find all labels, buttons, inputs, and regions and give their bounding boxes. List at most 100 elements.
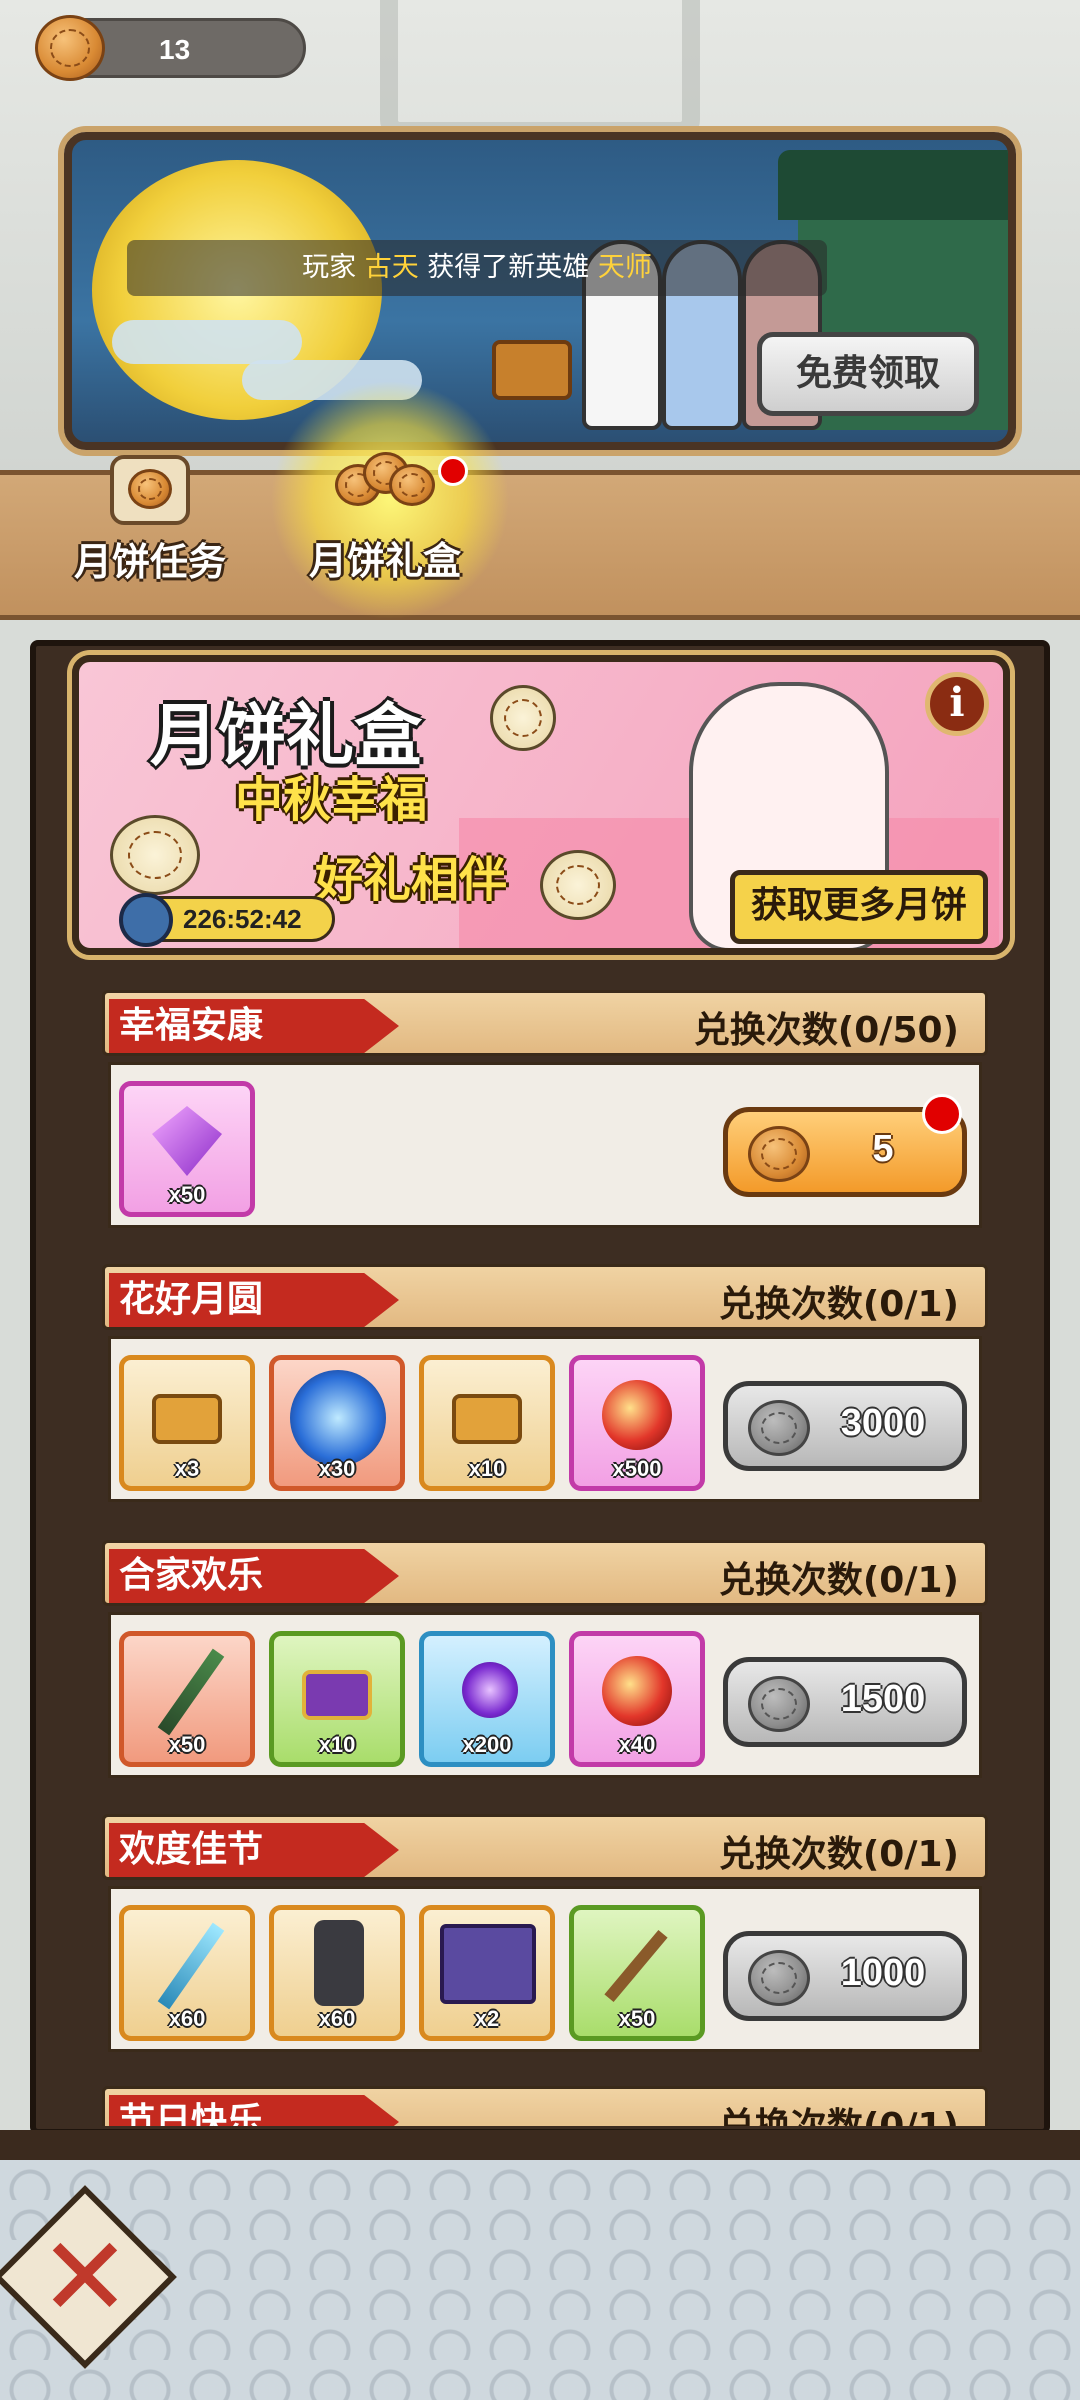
mooncake-currency-bar: 13 [35, 15, 306, 81]
ticker-prefix: 玩家 [302, 252, 357, 283]
section-header: 合家欢乐 兑换次数(0/1) [102, 1540, 988, 1606]
exchange-count: 兑换次数(0/50) [693, 1010, 959, 1051]
reward-item[interactable]: x40 [569, 1631, 705, 1767]
section-title: 合家欢乐 [109, 1549, 399, 1603]
exchange-price: 1500 [840, 1678, 926, 1720]
purple-gem-icon [152, 1106, 222, 1176]
mooncake-decoration [540, 850, 616, 920]
tab-label: 月饼礼盒 [308, 539, 461, 583]
reward-item[interactable]: x50 [119, 1631, 255, 1767]
reward-quantity: x50 [168, 1182, 206, 1207]
section-title: 节日快乐 [109, 2095, 399, 2126]
reward-item[interactable]: x50 [119, 1081, 255, 1217]
exchange-count: 兑换次数(0/1) [718, 1560, 959, 1601]
cloud-decoration [112, 320, 302, 364]
purple-swirl-icon [462, 1662, 518, 1718]
exchange-count: 兑换次数(0/1) [718, 1284, 959, 1325]
red-pearl-icon [602, 1656, 672, 1726]
reward-item[interactable]: x3 [119, 1355, 255, 1491]
reward-item[interactable]: x2 [419, 1905, 555, 2041]
mooncake-scroll-icon [110, 455, 190, 525]
reward-quantity: x500 [612, 1456, 662, 1481]
notification-dot [438, 456, 468, 486]
section-header: 花好月圆 兑换次数(0/1) [102, 1264, 988, 1330]
reward-item[interactable]: x10 [419, 1355, 555, 1491]
reward-quantity: x2 [474, 2006, 500, 2031]
notification-dot [922, 1094, 962, 1134]
section-header: 幸福安康 兑换次数(0/50) [102, 990, 988, 1056]
giftbox-subtitle-1: 中秋幸福 [235, 772, 428, 828]
gold-chest-icon [452, 1394, 522, 1444]
event-banner: 玩家 古天 获得了新英雄 天师 免费领取 [64, 132, 1016, 450]
purple-chest-icon [302, 1670, 372, 1720]
grey-mooncake-icon [748, 1676, 810, 1732]
reward-quantity: x10 [468, 1456, 506, 1481]
exchange-price: 5 [872, 1128, 894, 1170]
reward-quantity: x30 [318, 1456, 356, 1481]
reward-quantity: x60 [168, 2006, 206, 2031]
mooncake-icon [128, 469, 172, 509]
mooncake-icon [389, 464, 435, 506]
section-rewards: x60 x60 x2 x50 1000 [108, 1886, 982, 2052]
exchange-count: 兑换次数(0/1) [718, 1834, 959, 1875]
free-claim-button[interactable]: 免费领取 [757, 332, 979, 416]
broadcast-ticker: 玩家 古天 获得了新英雄 天师 [127, 240, 827, 296]
mooncake-decoration [490, 685, 556, 751]
mooncake-decoration [110, 815, 200, 895]
ticker-message: 获得了新英雄 [427, 252, 590, 283]
exchange-button[interactable]: 3000 [723, 1381, 967, 1471]
reward-item[interactable]: x10 [269, 1631, 405, 1767]
exchange-section: 节日快乐 兑换次数(0/1) [102, 2086, 988, 2126]
mooncake-icon [748, 1126, 810, 1182]
clock-icon [119, 893, 173, 947]
timer-text: 226:52:42 [183, 904, 302, 934]
gold-chest-icon [152, 1394, 222, 1444]
close-icon[interactable]: ✕ [20, 2212, 150, 2342]
reward-item[interactable]: x60 [269, 1905, 405, 2041]
exchange-section-partial: 节日快乐 兑换次数(0/1) [100, 2086, 990, 2126]
section-header: 欢度佳节 兑换次数(0/1) [102, 1814, 988, 1880]
mooncake-count: 13 [159, 34, 191, 65]
reward-item[interactable]: x200 [419, 1631, 555, 1767]
reward-item[interactable]: x60 [119, 1905, 255, 2041]
reward-quantity: x60 [318, 2006, 356, 2031]
reward-quantity: x50 [618, 2006, 656, 2031]
tab-label: 月饼任务 [73, 540, 226, 584]
section-header: 节日快乐 兑换次数(0/1) [102, 2086, 988, 2126]
dark-armor-icon [314, 1920, 364, 2006]
exchange-section: 花好月圆 兑换次数(0/1) x3 x30 x10 x500 3000 [102, 1264, 988, 1514]
section-title: 花好月圆 [109, 1273, 399, 1327]
reward-item[interactable]: x30 [269, 1355, 405, 1491]
giftbox-subtitle-2: 好礼相伴 [315, 852, 508, 908]
get-more-mooncakes-button[interactable]: 获取更多月饼 [730, 870, 988, 944]
reward-item[interactable]: x500 [569, 1355, 705, 1491]
section-rewards: x3 x30 x10 x500 3000 [108, 1336, 982, 1502]
dagger-icon [157, 1648, 225, 1736]
section-title: 幸福安康 [109, 999, 399, 1053]
exchange-section: 欢度佳节 兑换次数(0/1) x60 x60 x2 x50 1000 [102, 1814, 988, 2064]
grey-mooncake-icon [748, 1400, 810, 1456]
exchange-button[interactable]: 1500 [723, 1657, 967, 1747]
exchange-price: 3000 [840, 1402, 926, 1444]
exchange-section: 合家欢乐 兑换次数(0/1) x50 x10 x200 x40 1500 [102, 1540, 988, 1790]
mooncake-plate-icon [325, 450, 445, 520]
exchange-price: 1000 [840, 1952, 926, 1994]
background-archway [380, 0, 700, 140]
tab-mooncake-tasks[interactable]: 月饼任务 [70, 455, 230, 586]
reward-quantity: x3 [174, 1456, 200, 1481]
section-title: 欢度佳节 [109, 1823, 399, 1877]
mooncake-icon [35, 15, 105, 81]
reward-quantity: x50 [168, 1732, 206, 1757]
exchange-button[interactable]: 1000 [723, 1931, 967, 2021]
reward-quantity: x200 [462, 1732, 512, 1757]
reward-quantity: x10 [318, 1732, 356, 1757]
pickaxe-icon [604, 1929, 668, 2003]
treasure-chest-icon [492, 340, 572, 400]
grey-mooncake-icon [748, 1950, 810, 2006]
countdown-timer: 226:52:42 [119, 893, 335, 947]
reward-item[interactable]: x50 [569, 1905, 705, 2041]
section-rewards: x50 5 [108, 1062, 982, 1228]
pickaxe-chest-icon [440, 1924, 536, 2004]
blue-sword-icon [157, 1922, 225, 2010]
info-button[interactable]: i [925, 672, 989, 736]
